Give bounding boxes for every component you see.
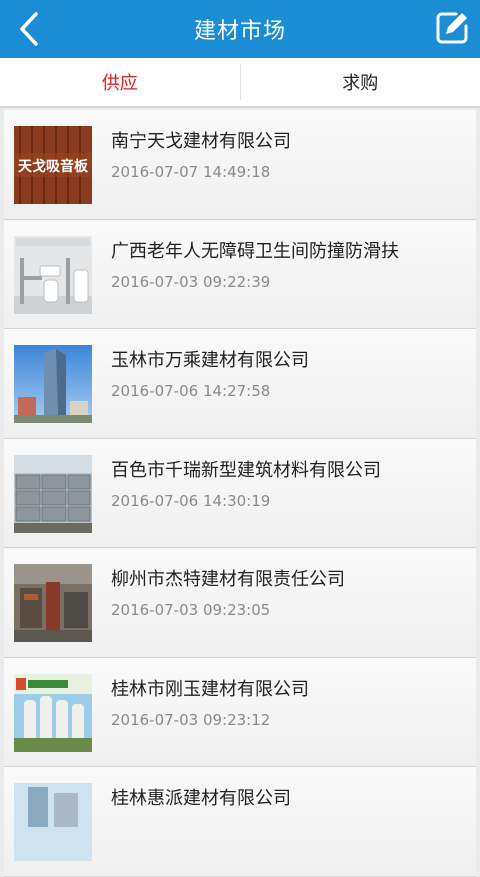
item-date: 2016-07-03 09:22:39 [111, 273, 270, 291]
item-date: 2016-07-03 09:23:05 [111, 601, 270, 619]
item-thumbnail [14, 783, 92, 861]
list-item[interactable]: 桂林惠派建材有限公司 [4, 767, 476, 877]
item-name: 柳州市杰特建材有限责任公司 [111, 565, 345, 591]
item-thumbnail [14, 345, 92, 423]
page-title: 建材市场 [194, 13, 286, 45]
item-name: 玉林市万乘建材有限公司 [111, 346, 309, 372]
edit-icon [434, 10, 470, 46]
list-item[interactable]: 桂林市刚玉建材有限公司 2016-07-03 09:23:12 [4, 658, 476, 768]
tab-purchase[interactable]: 求购 [241, 58, 480, 106]
chevron-left-icon [12, 9, 48, 49]
list-item[interactable]: 天戈吸音板 南宁天戈建材有限公司 2016-07-07 14:49:18 [4, 110, 476, 220]
item-name: 桂林市刚玉建材有限公司 [111, 675, 309, 701]
item-date: 2016-07-03 09:23:12 [111, 711, 270, 729]
list-item[interactable]: 柳州市杰特建材有限责任公司 2016-07-03 09:23:05 [4, 548, 476, 658]
back-button[interactable] [12, 9, 48, 49]
header-bar: 建材市场 [0, 0, 480, 58]
tab-supply[interactable]: 供应 [0, 58, 240, 106]
item-thumbnail [14, 674, 92, 752]
item-date: 2016-07-06 14:27:58 [111, 382, 270, 400]
list-item[interactable]: 百色市千瑞新型建筑材料有限公司 2016-07-06 14:30:19 [4, 439, 476, 549]
thumbnail-label: 天戈吸音板 [18, 158, 89, 175]
item-date: 2016-07-07 14:49:18 [111, 163, 270, 181]
item-thumbnail [14, 564, 92, 642]
item-name: 广西老年人无障碍卫生间防撞防滑扶 [111, 237, 399, 263]
item-name: 南宁天戈建材有限公司 [111, 127, 291, 153]
item-name: 桂林惠派建材有限公司 [111, 784, 291, 810]
item-date: 2016-07-06 14:30:19 [111, 492, 270, 510]
item-name: 百色市千瑞新型建筑材料有限公司 [111, 456, 381, 482]
supply-list: 天戈吸音板 南宁天戈建材有限公司 2016-07-07 14:49:18 广西老… [4, 110, 476, 877]
list-item[interactable]: 广西老年人无障碍卫生间防撞防滑扶 2016-07-03 09:22:39 [4, 220, 476, 330]
edit-button[interactable] [434, 10, 470, 46]
tab-bar: 供应 求购 [0, 58, 480, 108]
item-thumbnail: 天戈吸音板 [14, 126, 92, 204]
item-thumbnail [14, 236, 92, 314]
item-thumbnail [14, 455, 92, 533]
list-item[interactable]: 玉林市万乘建材有限公司 2016-07-06 14:27:58 [4, 329, 476, 439]
